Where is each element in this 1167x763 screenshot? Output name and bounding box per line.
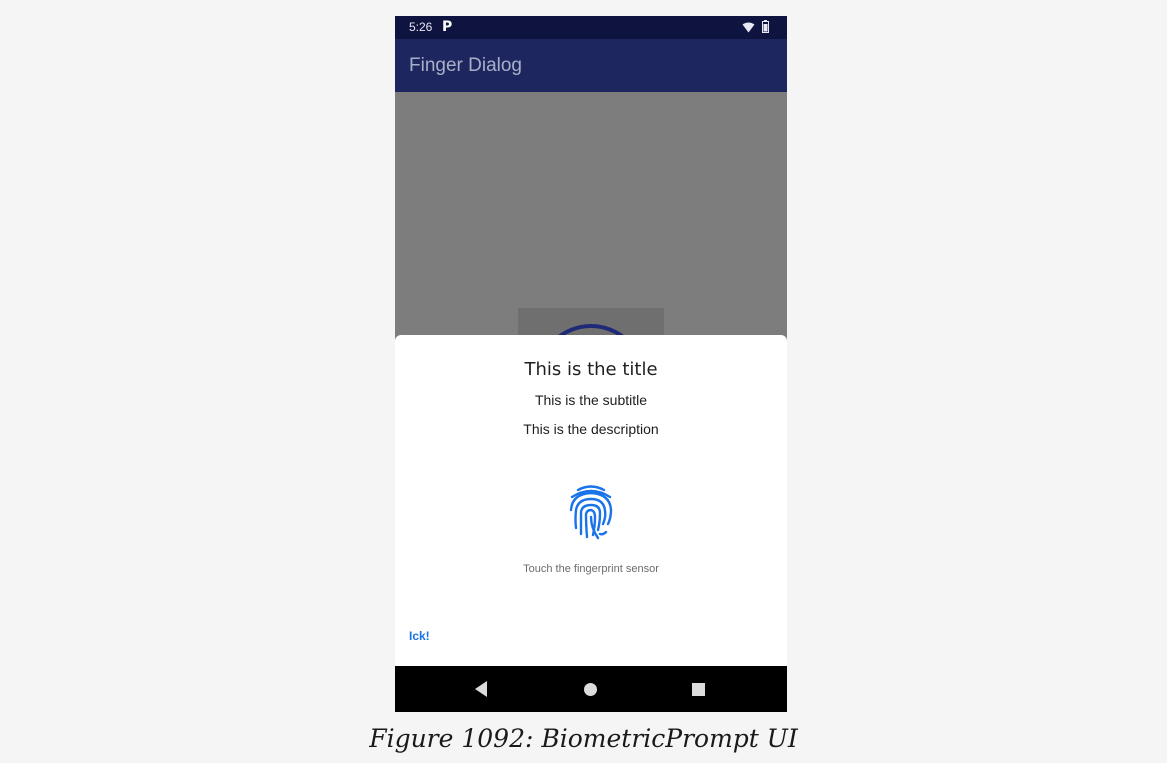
- status-time: 5:26: [409, 20, 433, 34]
- status-bar: 5:26 P: [395, 16, 787, 39]
- navigation-bar: [395, 666, 787, 712]
- phone-screen: 5:26 P Finger Dialog This is the title T…: [395, 16, 787, 712]
- dialog-description: This is the description: [523, 421, 659, 437]
- back-triangle-icon[interactable]: [475, 681, 487, 697]
- dialog-title: This is the title: [524, 359, 658, 380]
- dialog-hint: Touch the fingerprint sensor: [523, 563, 659, 575]
- pandora-p-icon: P: [442, 19, 453, 35]
- biometric-prompt-sheet: This is the title This is the subtitle T…: [395, 335, 787, 666]
- recents-square-icon[interactable]: [692, 683, 705, 696]
- figure-caption: Figure 1092: BiometricPrompt UI: [369, 724, 798, 753]
- negative-button[interactable]: Ick!: [409, 629, 430, 643]
- fingerprint-icon: [569, 485, 613, 540]
- app-bar: Finger Dialog: [395, 39, 787, 92]
- app-title: Finger Dialog: [409, 55, 522, 76]
- home-circle-icon[interactable]: [584, 683, 597, 696]
- battery-icon: [762, 20, 769, 33]
- wifi-icon: [742, 22, 755, 33]
- dialog-subtitle: This is the subtitle: [534, 392, 648, 408]
